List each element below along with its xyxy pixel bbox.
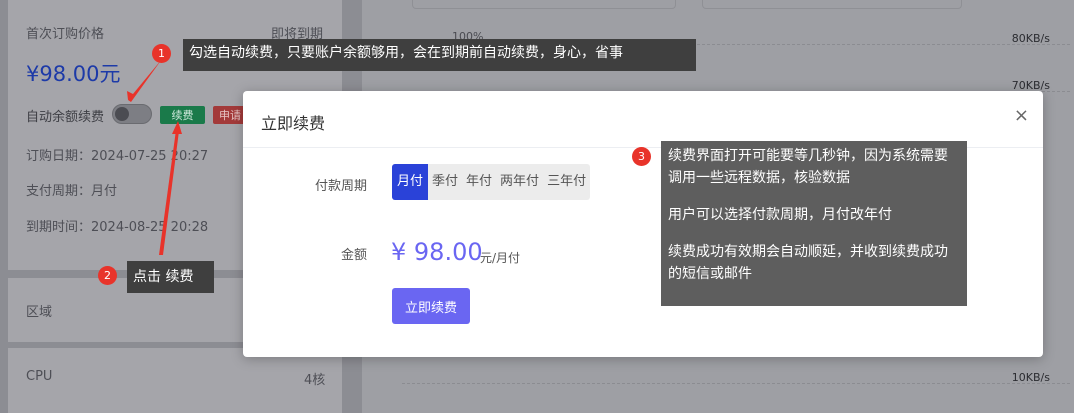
annotation-3-paragraph: 续费界面打开可能要等几秒钟，因为系统需要调用一些远程数据，核验数据 xyxy=(668,148,948,186)
annotation-badge-2: 2 xyxy=(98,266,117,285)
annotation-3: 续费界面打开可能要等几秒钟，因为系统需要调用一些远程数据，核验数据 用户可以选择… xyxy=(661,141,967,306)
annotation-3-paragraph: 续费成功有效期会自动顺延，并收到续费成功的短信或邮件 xyxy=(668,244,948,282)
annotation-2: 点击 续费 xyxy=(127,261,214,293)
annotation-1: 勾选自动续费，只要账户余额够用，会在到期前自动续费，身心，省事 xyxy=(183,39,696,71)
annotation-3-paragraph: 用户可以选择付款周期，月付改年付 xyxy=(668,207,892,223)
annotation-badge-3: 3 xyxy=(632,147,651,166)
annotation-badge-1: 1 xyxy=(152,44,171,63)
arrow-2 xyxy=(159,130,179,255)
